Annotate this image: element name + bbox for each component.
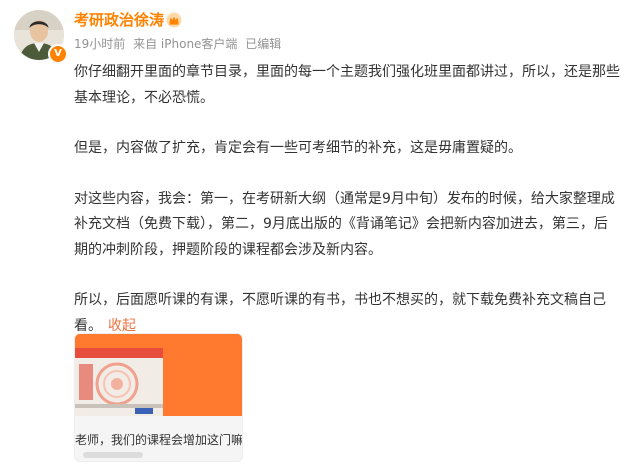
author-name[interactable]: 考研政治徐涛 — [74, 10, 164, 30]
book-cover-image — [75, 334, 242, 416]
post-source: 来自 iPhone客户端 — [133, 37, 238, 51]
post-paragraph: 但是，内容做了扩充，肯定会有一些可考细节的补充，这是毋庸置疑的。 — [74, 140, 522, 156]
card-thumbnail — [75, 334, 242, 416]
member-crown-icon[interactable] — [166, 12, 182, 28]
post-body: 你仔细翻开里面的章节目录，里面的每一个主题我们强化班里面都讲过，所以，还是那些基… — [74, 60, 620, 339]
verified-badge-icon: V — [48, 44, 68, 64]
post-paragraph: 你仔细翻开里面的章节目录，里面的每一个主题我们强化班里面都讲过，所以，还是那些基… — [74, 64, 620, 106]
card-text: 老师，我们的课程会增加这门嘛 — [75, 433, 242, 447]
card-subline — [83, 452, 143, 458]
post-time[interactable]: 19小时前 — [74, 37, 125, 51]
post-paragraph-text: 所以，后面愿听课的有课，不愿听课的有书，书也不想买的，就下载免费补充文稿自己看。 — [74, 292, 606, 334]
post-paragraph: 对这些内容，我会：第一，在考研新大纲（通常是9月中旬）发布的时候，给大家整理成补… — [74, 190, 615, 258]
edited-label[interactable]: 已编辑 — [245, 37, 281, 51]
post-meta: 19小时前 来自 iPhone客户端 已编辑 — [74, 35, 285, 53]
post-paragraph-last: 所以，后面愿听课的有课，不愿听课的有书，书也不想买的，就下载免费补充文稿自己看。… — [74, 288, 620, 339]
collapse-link[interactable]: 收起 — [108, 318, 136, 334]
embedded-card[interactable]: 老师，我们的课程会增加这门嘛 — [74, 333, 243, 462]
